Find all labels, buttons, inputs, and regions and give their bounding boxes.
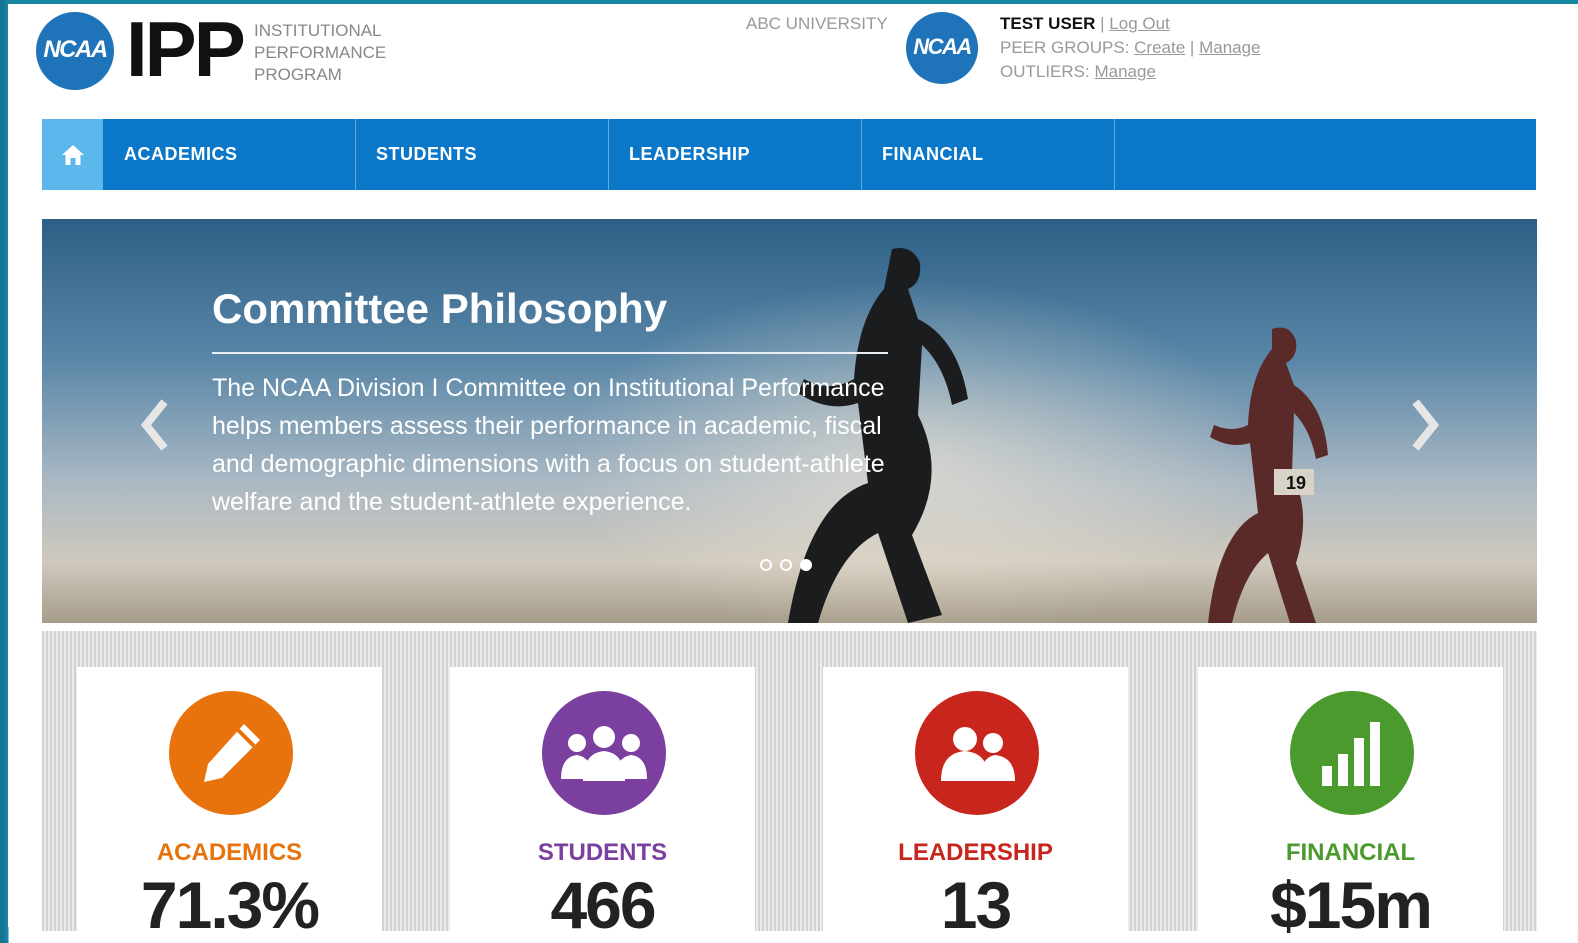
user-name: TEST USER <box>1000 14 1096 33</box>
students-label: STUDENTS <box>537 839 668 866</box>
students-icon-circle <box>542 691 666 815</box>
stats-band: ACADEMICS 71.3% STUDENTS 466 LEADERSHIP … <box>42 631 1537 942</box>
financial-label: FINANCIAL <box>1285 839 1416 866</box>
pencil-icon <box>204 724 260 782</box>
leadership-value: 13 <box>940 868 1012 942</box>
peer-groups-label: PEER GROUPS: <box>1000 38 1130 57</box>
hero-description: The NCAA Division I Committee on Institu… <box>212 374 885 516</box>
carousel-indicators <box>760 559 812 571</box>
outliers-label: OUTLIERS: <box>1000 62 1090 81</box>
financial-card[interactable]: FINANCIAL $15m <box>1198 667 1503 942</box>
page: NCAA IPP INSTITUTIONAL PERFORMANCE PROGR… <box>8 0 1578 942</box>
separator: | <box>1189 38 1195 57</box>
logout-link[interactable]: Log Out <box>1109 14 1170 33</box>
academics-icon-circle <box>169 691 293 815</box>
separator: | <box>1100 14 1105 33</box>
students-value: 466 <box>550 868 656 942</box>
outliers-manage-link[interactable]: Manage <box>1094 62 1155 81</box>
carousel-dot-active[interactable] <box>800 559 812 571</box>
brand-subtitle: INSTITUTIONAL PERFORMANCE PROGRAM <box>254 20 386 86</box>
financial-icon-circle <box>1290 691 1414 815</box>
chevron-right-icon <box>1412 399 1440 451</box>
brand-subtitle-line: PERFORMANCE <box>254 43 387 62</box>
hero-title: Committee Philosophy <box>212 285 668 332</box>
chevron-left-icon <box>140 399 168 451</box>
hero-title-divider <box>212 352 888 354</box>
brand-subtitle-line: PROGRAM <box>254 65 342 84</box>
students-card[interactable]: STUDENTS 466 <box>450 667 755 942</box>
ncaa-logo-small-text: NCAA <box>913 34 972 59</box>
carousel-prev-button[interactable] <box>134 397 174 453</box>
ncaa-logo-text: NCAA <box>43 36 108 63</box>
financial-value: $15m <box>1270 868 1433 942</box>
user-panel: TEST USER | Log Out PEER GROUPS: Create … <box>1000 12 1261 84</box>
academics-card[interactable]: ACADEMICS 71.3% <box>77 667 382 942</box>
ncaa-logo-small: NCAA <box>906 12 978 84</box>
ncaa-logo[interactable]: NCAA <box>36 12 114 90</box>
carousel-next-button[interactable] <box>1406 397 1446 453</box>
nav-item-financial[interactable]: FINANCIAL <box>862 119 1115 190</box>
runner-silhouette-2: 19 <box>1208 327 1328 623</box>
academics-label: ACADEMICS <box>156 839 303 866</box>
hero-carousel: 19 Committee Philosophy The NCAA Divisio… <box>42 219 1537 623</box>
main-nav: ACADEMICS STUDENTS LEADERSHIP FINANCIAL <box>42 119 1536 190</box>
peer-groups-create-link[interactable]: Create <box>1134 38 1185 57</box>
bar-chart-icon <box>1322 722 1380 786</box>
leadership-card[interactable]: LEADERSHIP 13 <box>823 667 1128 942</box>
leadership-icon-circle <box>915 691 1039 815</box>
academics-value: 71.3% <box>140 868 320 942</box>
ipp-brand: IPP <box>126 5 246 93</box>
runner-bib-number: 19 <box>1286 473 1306 493</box>
home-icon <box>61 144 84 165</box>
nav-item-students[interactable]: STUDENTS <box>356 119 609 190</box>
group-icon <box>561 726 647 781</box>
carousel-dot[interactable] <box>760 559 772 571</box>
peer-groups-manage-link[interactable]: Manage <box>1199 38 1260 57</box>
nav-item-leadership[interactable]: LEADERSHIP <box>609 119 862 190</box>
leadership-label: LEADERSHIP <box>898 839 1053 866</box>
nav-item-academics[interactable]: ACADEMICS <box>103 119 356 190</box>
brand-subtitle-line: INSTITUTIONAL <box>254 21 382 40</box>
university-name: ABC UNIVERSITY <box>746 14 888 33</box>
home-button[interactable] <box>42 119 103 190</box>
carousel-dot[interactable] <box>780 559 792 571</box>
people-icon <box>941 727 1015 781</box>
